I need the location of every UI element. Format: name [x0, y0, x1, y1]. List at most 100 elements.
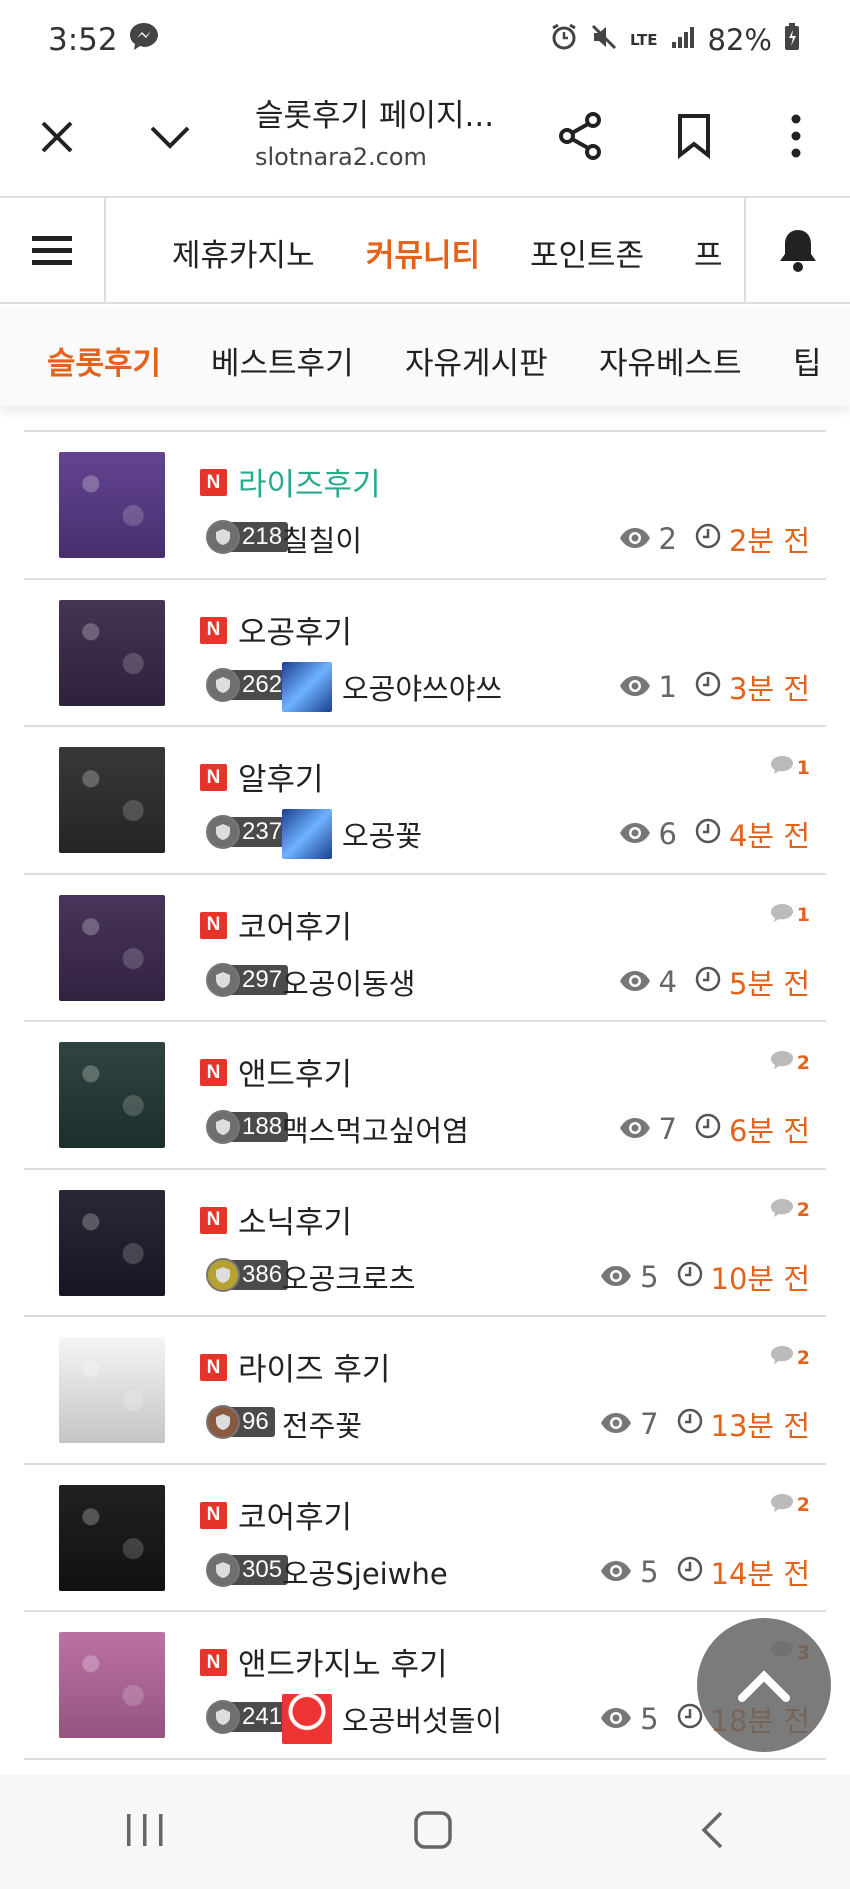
bell-icon[interactable] [744, 198, 850, 302]
nav-item-more[interactable]: 프 [694, 230, 723, 275]
post-thumbnail[interactable] [59, 1189, 165, 1296]
view-count: 4 [619, 965, 677, 999]
status-time: 3:52 [48, 22, 118, 58]
eye-icon [619, 965, 651, 999]
list-item[interactable]: N 라이즈 후기 2 96 전주꽃 7 13분 전 [24, 1317, 826, 1465]
post-thumbnail[interactable] [59, 1484, 165, 1591]
post-meta: 2 2분 전 [619, 518, 810, 560]
post-author[interactable]: 전주꽃 [282, 1403, 362, 1445]
post-time: 10분 전 [677, 1256, 810, 1298]
post-author[interactable]: 오공크로츠 [282, 1256, 415, 1298]
recent-apps-icon[interactable] [124, 1812, 166, 1852]
tab-free-best[interactable]: 자유베스트 [599, 338, 742, 383]
home-icon[interactable] [413, 1810, 453, 1854]
avatar[interactable] [282, 809, 332, 859]
comment-icon [770, 755, 794, 780]
comment-count: 1 [770, 903, 810, 928]
comment-icon [770, 903, 794, 928]
list-item[interactable]: N 앤드후기 2 188 맥스먹고싶어염 7 6분 전 [24, 1022, 826, 1170]
post-title[interactable]: 오공후기 [238, 607, 352, 652]
post-title[interactable]: 소닉후기 [238, 1197, 352, 1242]
view-count-value: 5 [640, 1259, 659, 1294]
nav-item-community[interactable]: 커뮤니티 [366, 230, 480, 275]
scroll-top-button[interactable] [697, 1618, 831, 1752]
page-url[interactable]: slotnara2.com [255, 143, 427, 171]
status-bar: 3:52 LTE 82% [0, 0, 850, 80]
post-title[interactable]: 라이즈후기 [238, 459, 381, 504]
view-count: 7 [619, 1112, 677, 1146]
comment-count-value: 2 [796, 1494, 810, 1516]
comment-icon [770, 1198, 794, 1223]
post-thumbnail[interactable] [59, 1632, 165, 1738]
post-title[interactable]: 코어후기 [238, 902, 352, 947]
post-title[interactable]: 앤드카지노 후기 [238, 1639, 448, 1684]
post-time-value: 2분 전 [728, 524, 810, 558]
list-item[interactable]: N 코어후기 2 305 오공Sjeiwhe 5 14분 전 [24, 1464, 826, 1612]
tab-slot-reviews[interactable]: 슬롯후기 [47, 338, 161, 383]
avatar[interactable] [282, 1694, 332, 1744]
shield-icon [206, 1257, 240, 1292]
view-count-value: 5 [640, 1554, 659, 1589]
back-icon[interactable] [700, 1810, 726, 1854]
comment-icon [770, 1345, 794, 1370]
post-thumbnail[interactable] [59, 1042, 165, 1148]
shield-icon [206, 667, 240, 702]
post-time: 13분 전 [677, 1403, 810, 1445]
tab-best-reviews[interactable]: 베스트후기 [211, 338, 354, 383]
post-thumbnail[interactable] [59, 599, 165, 706]
close-icon[interactable] [30, 110, 84, 164]
alarm-icon [550, 23, 578, 58]
view-count-value: 6 [658, 817, 677, 851]
hamburger-menu-icon[interactable] [0, 198, 106, 302]
tab-free-board[interactable]: 자유게시판 [405, 338, 548, 383]
battery-icon [784, 22, 800, 58]
post-title[interactable]: 코어후기 [238, 1492, 352, 1537]
eye-icon [600, 1407, 632, 1441]
comment-count: 2 [770, 1493, 810, 1518]
post-thumbnail[interactable] [59, 747, 165, 853]
view-count-value: 1 [658, 669, 677, 704]
list-item[interactable]: N 라이즈후기 218 칠칠이 2 2분 전 [24, 432, 826, 580]
post-author[interactable]: 오공버섯돌이 [342, 1698, 502, 1740]
post-author[interactable]: 칠칠이 [282, 518, 362, 560]
more-options-icon[interactable] [768, 108, 824, 164]
post-thumbnail[interactable] [59, 894, 165, 1001]
post-author[interactable]: 맥스먹고싶어염 [282, 1108, 469, 1150]
view-count-value: 7 [658, 1112, 677, 1146]
view-count-value: 5 [640, 1702, 659, 1736]
comment-icon [770, 1050, 794, 1075]
post-author[interactable]: 오공꽃 [342, 813, 422, 855]
list-item[interactable]: N 소닉후기 2 386 오공크로츠 5 10분 전 [24, 1169, 826, 1317]
view-count-value: 2 [658, 522, 677, 556]
post-author[interactable]: 오공이동생 [282, 961, 415, 1003]
new-badge-icon: N [200, 1206, 227, 1234]
list-item[interactable]: N 오공후기 262 오공야쓰야쓰 1 3분 전 [24, 579, 826, 727]
list-item[interactable]: N 알후기 1 237 오공꽃 6 4분 전 [24, 727, 826, 875]
clock-icon [695, 522, 721, 556]
post-title[interactable]: 앤드후기 [238, 1049, 352, 1094]
post-author[interactable]: 오공Sjeiwhe [282, 1551, 448, 1593]
shield-icon [206, 1552, 240, 1587]
post-title[interactable]: 라이즈 후기 [238, 1344, 390, 1389]
user-level-badge: 237 [206, 815, 289, 849]
view-count-value: 4 [658, 964, 677, 999]
post-title[interactable]: 알후기 [238, 754, 324, 799]
list-item[interactable]: N 코어후기 1 297 오공이동생 4 5분 전 [24, 874, 826, 1022]
bookmark-icon[interactable] [666, 108, 722, 164]
clock-icon [677, 1702, 703, 1736]
new-badge-icon: N [200, 1354, 227, 1381]
post-thumbnail[interactable] [59, 1337, 165, 1443]
post-author[interactable]: 오공야쓰야쓰 [342, 666, 502, 708]
chevron-down-icon[interactable] [143, 110, 197, 164]
nav-item-partner-casino[interactable]: 제휴카지노 [172, 230, 315, 275]
post-thumbnail[interactable] [59, 452, 165, 558]
clock-icon [695, 670, 721, 704]
avatar[interactable] [282, 661, 332, 712]
page-title[interactable]: 슬롯후기 페이지... [255, 90, 494, 135]
eye-icon [600, 1555, 632, 1589]
share-icon[interactable] [552, 108, 608, 164]
shield-icon [206, 962, 240, 997]
tab-tips[interactable]: 팁 [793, 338, 822, 383]
nav-item-point-zone[interactable]: 포인트존 [530, 230, 644, 275]
clock-icon [677, 1407, 703, 1441]
